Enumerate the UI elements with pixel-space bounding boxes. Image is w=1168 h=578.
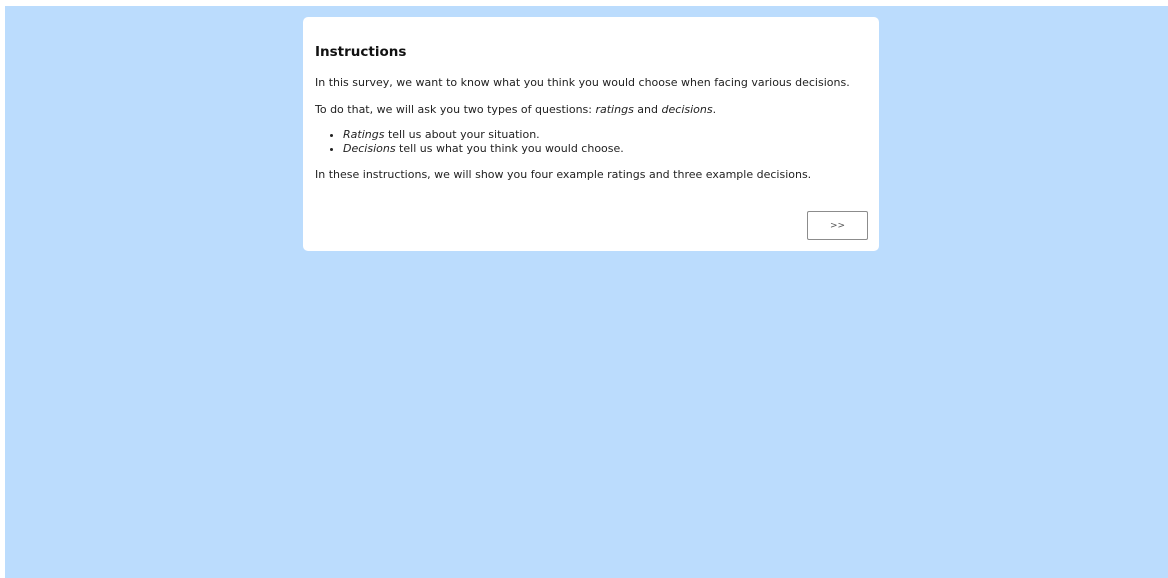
examples-paragraph: In these instructions, we will show you …	[315, 168, 812, 181]
question-types-suffix: .	[712, 103, 717, 116]
next-button[interactable]: >>	[807, 211, 868, 240]
survey-background: Instructions In this survey, we want to …	[5, 6, 1168, 578]
intro-paragraph: In this survey, we want to know what you…	[315, 76, 850, 89]
list-item-term: Ratings	[343, 128, 385, 141]
question-types-prefix: To do that, we will ask you two types of…	[315, 103, 596, 116]
list-item-term: Decisions	[343, 142, 396, 155]
instructions-title: Instructions	[315, 44, 407, 60]
instructions-card: Instructions In this survey, we want to …	[303, 17, 879, 251]
list-item-text: tell us what you think you would choose.	[395, 142, 624, 155]
list-item: Decisions tell us what you think you wou…	[343, 142, 867, 156]
list-item-text: tell us about your situation.	[384, 128, 540, 141]
question-types-paragraph: To do that, we will ask you two types of…	[315, 101, 867, 118]
question-types-list: Ratings tell us about your situation. De…	[315, 128, 867, 156]
decisions-term: decisions	[661, 103, 713, 116]
list-item: Ratings tell us about your situation.	[343, 128, 867, 142]
question-types-middle: and	[633, 103, 662, 116]
ratings-term: ratings	[595, 103, 634, 116]
